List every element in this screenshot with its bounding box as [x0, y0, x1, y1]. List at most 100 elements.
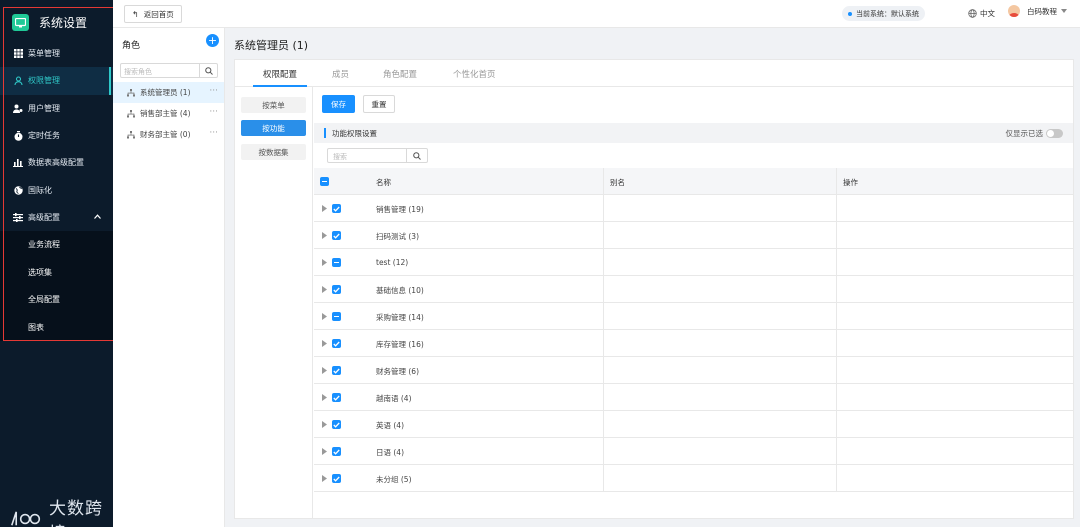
expand-caret-icon[interactable]	[322, 475, 327, 482]
more-icon[interactable]: ···	[209, 107, 218, 117]
by-dataset-button[interactable]: 按数据集	[241, 144, 306, 160]
sidebar-menu: 菜单管理 权限管理 用户管理 定时任务 数据表高级配置 国际化 高级配置 业务流…	[0, 40, 113, 342]
table-row[interactable]: 财务管理 (6)	[314, 357, 1073, 384]
row-checkbox[interactable]	[332, 447, 341, 456]
table-row[interactable]: 库存管理 (16)	[314, 330, 1073, 357]
tab-permission-config[interactable]: 权限配置	[263, 68, 297, 80]
sidebar-item-advanced-config[interactable]: 高级配置	[0, 204, 113, 231]
expand-caret-icon[interactable]	[322, 340, 327, 347]
sidebar-subitem-option-set[interactable]: 选项集	[0, 258, 113, 287]
expand-caret-icon[interactable]	[322, 232, 327, 239]
sidebar-item-scheduled-tasks[interactable]: 定时任务	[0, 122, 113, 149]
permission-search-input[interactable]: 搜索	[327, 148, 428, 163]
watermark-logo-icon	[11, 511, 41, 526]
app-logo: 系统设置	[12, 14, 87, 31]
permission-card: 权限配置 成员 角色配置 个性化首页 按菜单 按功能 按数据集 保存 重置 功能…	[234, 59, 1074, 519]
role-item[interactable]: 销售部主管 (4) ···	[113, 103, 224, 124]
sidebar-item-label: 权限管理	[28, 76, 60, 86]
grid-icon	[13, 49, 23, 59]
tab-role-config[interactable]: 角色配置	[383, 68, 417, 80]
only-selected-label: 仅显示已选	[1005, 129, 1044, 138]
user-menu[interactable]: 白码教程	[1008, 5, 1067, 17]
row-checkbox[interactable]	[332, 285, 341, 294]
sidebar-item-label: 菜单管理	[28, 49, 60, 59]
select-all-checkbox[interactable]	[320, 177, 329, 186]
row-name: 越南语 (4)	[376, 394, 412, 403]
by-menu-button[interactable]: 按菜单	[241, 97, 306, 113]
more-icon[interactable]: ···	[209, 86, 218, 96]
row-checkbox[interactable]	[332, 339, 341, 348]
column-header-name: 名称	[376, 178, 391, 187]
column-header-actions: 操作	[843, 178, 858, 187]
section-header: 功能权限设置 仅显示已选	[314, 123, 1073, 143]
row-checkbox[interactable]	[332, 366, 341, 375]
expand-caret-icon[interactable]	[322, 448, 327, 455]
save-button[interactable]: 保存	[322, 95, 355, 113]
search-icon[interactable]	[406, 149, 427, 162]
sidebar-subitem-chart[interactable]: 图表	[0, 313, 113, 342]
sidebar-item-label: 定时任务	[28, 131, 60, 141]
row-checkbox[interactable]	[332, 204, 341, 213]
table-row[interactable]: 销售管理 (19)	[314, 195, 1073, 222]
add-role-button[interactable]: +	[206, 34, 219, 47]
sidebar-subitem-business-process[interactable]: 业务流程	[0, 231, 113, 259]
table-body: 销售管理 (19) 扫码测试 (3) test (12) 基础信息 (10) 采购管理 …	[314, 195, 1073, 492]
tab-personalized-home[interactable]: 个性化首页	[453, 68, 496, 80]
sidebar-item-label: 国际化	[28, 185, 52, 195]
permission-table: 名称 别名 操作 销售管理 (19) 扫码测试 (3) test (12) 基础信息 …	[314, 168, 1073, 492]
only-selected-toggle[interactable]	[1046, 129, 1063, 138]
expand-caret-icon[interactable]	[322, 421, 327, 428]
role-item[interactable]: 财务部主管 (0) ···	[113, 124, 224, 145]
globe-icon	[968, 9, 977, 18]
role-item[interactable]: 系统管理员 (1) ···	[113, 82, 224, 103]
expand-caret-icon[interactable]	[322, 205, 327, 212]
watermark: 大数跨境	[10, 494, 113, 527]
expand-caret-icon[interactable]	[322, 367, 327, 374]
sidebar-subitem-global-config[interactable]: 全局配置	[0, 286, 113, 314]
table-row[interactable]: test (12)	[314, 249, 1073, 276]
current-system-badge[interactable]: 当前系统：默认系统	[842, 6, 925, 21]
row-checkbox[interactable]	[332, 420, 341, 429]
row-name: 英语 (4)	[376, 421, 405, 430]
sidebar-item-permission-management[interactable]: 权限管理	[0, 67, 113, 95]
by-function-button[interactable]: 按功能	[241, 120, 306, 136]
reset-button[interactable]: 重置	[363, 95, 395, 113]
row-checkbox[interactable]	[332, 312, 341, 321]
row-checkbox[interactable]	[332, 258, 341, 267]
row-name: test (12)	[376, 258, 409, 267]
expand-caret-icon[interactable]	[322, 313, 327, 320]
timer-icon	[13, 130, 23, 141]
row-name: 未分组 (5)	[376, 475, 412, 484]
sidebar-item-i18n[interactable]: 国际化	[0, 176, 113, 203]
table-row[interactable]: 采购管理 (14)	[314, 303, 1073, 330]
sidebar-item-table-advanced-config[interactable]: 数据表高级配置	[0, 149, 113, 176]
row-name: 基础信息 (10)	[376, 286, 424, 295]
role-search-input[interactable]: 搜索角色	[120, 63, 218, 78]
table-row[interactable]: 日语 (4)	[314, 438, 1073, 465]
sliders-icon	[13, 212, 23, 222]
row-checkbox[interactable]	[332, 474, 341, 483]
table-row[interactable]: 未分组 (5)	[314, 465, 1073, 492]
tab-members[interactable]: 成员	[332, 68, 349, 80]
sidebar-item-menu-management[interactable]: 菜单管理	[0, 40, 113, 67]
app-title: 系统设置	[39, 16, 88, 30]
expand-caret-icon[interactable]	[322, 286, 327, 293]
row-checkbox[interactable]	[332, 393, 341, 402]
back-home-button[interactable]: ↰ 返回首页	[124, 5, 182, 23]
table-row[interactable]: 扫码测试 (3)	[314, 222, 1073, 249]
row-checkbox[interactable]	[332, 231, 341, 240]
table-row[interactable]: 越南语 (4)	[314, 384, 1073, 411]
more-icon[interactable]: ···	[209, 128, 218, 138]
sidebar: 系统设置 菜单管理 权限管理 用户管理 定时任务 数据表高级配置 国际化 高级配…	[0, 0, 113, 527]
language-switch[interactable]: 中文	[968, 8, 995, 19]
table-row[interactable]: 英语 (4)	[314, 411, 1073, 438]
table-row[interactable]: 基础信息 (10)	[314, 276, 1073, 303]
sidebar-item-label: 数据表高级配置	[28, 158, 84, 168]
expand-caret-icon[interactable]	[322, 259, 327, 266]
language-label: 中文	[980, 9, 995, 18]
search-icon[interactable]	[199, 64, 217, 77]
role-label: 销售部主管 (4)	[140, 109, 191, 118]
role-search-placeholder: 搜索角色	[124, 68, 152, 76]
sidebar-item-user-management[interactable]: 用户管理	[0, 95, 113, 122]
expand-caret-icon[interactable]	[322, 394, 327, 401]
